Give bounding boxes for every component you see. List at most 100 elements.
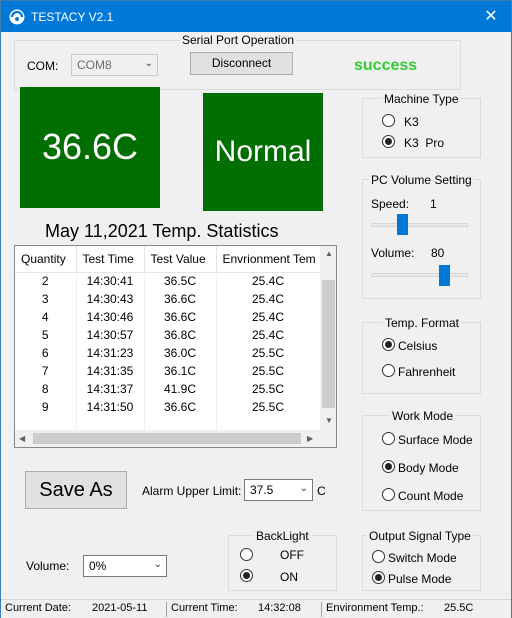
volume-select[interactable]: 0% ⌄ [83,555,167,577]
table-row[interactable]: 6 14:31:23 36.0C 25.5C [15,344,321,362]
current-date-label: Current Date: [5,602,72,614]
count-mode-radio[interactable] [382,488,395,501]
temp-format-group [362,322,481,394]
alarm-unit-label: C [317,484,326,498]
fahrenheit-radio[interactable] [382,364,395,377]
serial-port-group-title: Serial Port Operation [180,33,297,47]
table-row[interactable]: 7 14:31:35 36.1C 25.5C [15,362,321,380]
table-cell: 14:30:57 [76,326,145,344]
table-cell: 2 [15,272,77,290]
status-display: Normal [203,93,323,211]
pc-volume-slider-track[interactable] [371,273,468,277]
machine-type-group-title: Machine Type [382,92,461,106]
chevron-down-icon: ⌄ [144,58,153,69]
volume-label: Volume: [26,559,70,573]
horizontal-scrollbar[interactable]: ◀ ▶ [15,430,320,447]
table-cell: 14:31:37 [76,380,145,398]
column-header[interactable]: Test Value [144,246,217,273]
machine-type-k3-pro-label: K3 Pro [404,136,445,150]
body-mode-radio[interactable] [382,460,395,473]
com-port-select[interactable]: COM8 ⌄ [71,54,158,76]
temperature-display: 36.6C [20,87,160,208]
scroll-left-icon[interactable]: ◀ [19,434,25,443]
table-cell: 8 [15,380,77,398]
current-date-value: 2021-05-11 [92,602,148,614]
column-header[interactable]: Test Time [76,246,145,273]
surface-mode-radio[interactable] [382,432,395,445]
horizontal-scroll-thumb[interactable] [33,433,301,444]
table-cell: 41.9C [144,380,217,398]
table-cell: 36.8C [144,326,217,344]
table-cell: 36.6C [144,290,217,308]
current-time-label: Current Time: [171,602,238,614]
volume-value: 0% [89,559,107,573]
table-cell: 14:30:46 [76,308,145,326]
scroll-down-icon[interactable]: ▼ [325,416,333,425]
table-row[interactable]: 8 14:31:37 41.9C 25.5C [15,380,321,398]
scroll-corner [320,430,336,447]
table-cell: 4 [15,308,77,326]
table-cell: 25.4C [216,308,321,326]
com-port-value: COM8 [77,58,112,72]
statistics-table[interactable]: Quantity Test Time Test Value Envrionmen… [14,245,337,448]
switch-mode-radio[interactable] [372,550,385,563]
table-cell: 25.5C [216,362,321,380]
column-header[interactable]: Quantity [15,246,77,273]
status-separator [321,602,322,617]
speed-slider-track[interactable] [371,223,468,227]
environment-temp-label: Environment Temp.: [326,602,424,614]
switch-mode-label: Switch Mode [388,551,457,565]
vertical-scroll-thumb[interactable] [322,280,335,408]
vertical-scrollbar[interactable]: ▲ ▼ [320,246,336,430]
column-header[interactable]: Envrionment Tem [216,246,321,273]
machine-type-k3-radio[interactable] [382,114,395,127]
chevron-down-icon: ⌄ [153,559,162,570]
environment-temp-value: 25.5C [444,602,474,614]
machine-type-k3-pro-radio[interactable] [382,135,395,148]
table-cell: 14:30:41 [76,272,145,290]
table-row[interactable]: 2 14:30:41 36.5C 25.4C [15,272,321,290]
statistics-title: May 11,2021 Temp. Statistics [45,221,279,241]
count-mode-label: Count Mode [398,489,464,503]
scroll-right-icon[interactable]: ▶ [307,434,313,443]
table-row[interactable]: 3 14:30:43 36.6C 25.4C [15,290,321,308]
speed-slider-thumb[interactable] [397,214,408,235]
disconnect-button[interactable]: Disconnect [190,52,293,75]
alarm-upper-limit-select[interactable]: 37.5 ⌄ [244,479,313,501]
table-cell: 14:30:43 [76,290,145,308]
temperature-value: 36.6C [41,126,139,167]
celsius-radio[interactable] [382,338,395,351]
surface-mode-label: Surface Mode [398,433,473,447]
table-row[interactable]: 4 14:30:46 36.6C 25.4C [15,308,321,326]
alarm-upper-limit-value: 37.5 [250,483,274,497]
table-row[interactable]: 5 14:30:57 36.8C 25.4C [15,326,321,344]
close-icon[interactable]: ✕ [471,1,511,32]
speed-value: 1 [430,197,437,211]
backlight-on-radio[interactable] [240,569,253,582]
status-value: Normal [214,135,312,168]
current-time-value: 14:32:08 [258,602,301,614]
table-cell: 25.4C [216,272,321,290]
pc-volume-slider-thumb[interactable] [439,265,450,286]
table-cell: 3 [15,290,77,308]
scroll-up-icon[interactable]: ▲ [325,249,333,258]
save-as-button[interactable]: Save As [25,471,127,509]
backlight-group-title: BackLight [254,529,311,543]
table-cell: 14:31:23 [76,344,145,362]
pulse-mode-radio[interactable] [372,571,385,584]
table-cell: 5 [15,326,77,344]
table-row[interactable]: 9 14:31:50 36.6C 25.5C [15,398,321,416]
app-window: TESTACY V2.1 ✕ Serial Port Operation COM… [0,0,512,618]
table-cell: 25.5C [216,398,321,416]
backlight-on-label: ON [280,570,298,584]
table-cell: 25.4C [216,290,321,308]
machine-type-k3-label: K3 [404,115,419,129]
table-cell: 36.1C [144,362,217,380]
alarm-upper-limit-label: Alarm Upper Limit: [142,484,242,498]
body-mode-label: Body Mode [398,461,459,475]
title-bar: TESTACY V2.1 ✕ [1,1,511,32]
output-signal-group-title: Output Signal Type [367,529,473,543]
chevron-down-icon: ⌄ [299,483,308,494]
backlight-off-radio[interactable] [240,548,253,561]
table-cell: 36.6C [144,308,217,326]
